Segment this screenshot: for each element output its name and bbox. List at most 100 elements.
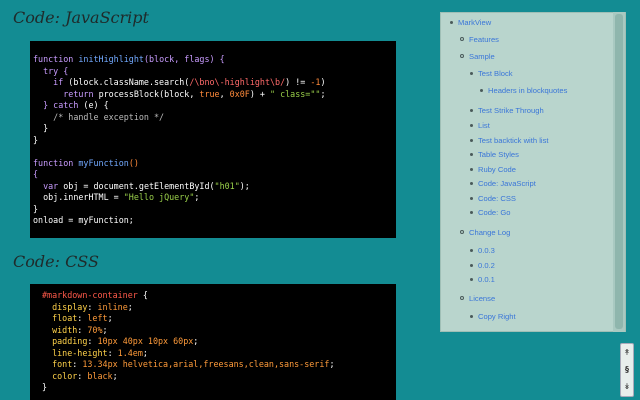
code-token: color [42,370,78,381]
bullet-icon [470,123,473,127]
bullet-icon [450,20,453,24]
code-line: padding: 10px 40px 10px 60px; [42,336,392,348]
code-token: : [107,347,118,358]
toc-scrollbar-thumb[interactable] [615,14,623,329]
toc-link[interactable]: Test backtick with list [470,136,548,145]
code-token: { [142,290,148,300]
code-token: { [33,169,39,179]
floating-nav: ↟ § ↡ [620,343,634,397]
toc-link-label: Copy Right [478,312,516,321]
code-token: ; [329,359,335,369]
code-token: true [199,88,220,99]
bullet-icon [470,181,473,185]
code-token: 1.4em [117,347,143,358]
code-token: width [42,324,78,335]
toc-link[interactable]: License [460,294,495,303]
toc-link[interactable]: 0.0.2 [470,261,495,270]
toc-link[interactable]: Test Block [470,69,513,78]
code-token: function [33,157,79,168]
table-of-contents: MarkView Features Sample Test Block Headers … [440,12,626,332]
toc-link[interactable]: Sample [460,52,495,61]
code-token: 0x0F [229,88,250,99]
code-line: line-height: 1.4em; [42,348,392,360]
code-token: : [77,324,88,335]
code-line: var obj = document.getElementById("h01")… [33,181,392,193]
code-token: myFunction [78,157,129,168]
toc-link-label: Table Styles [478,150,519,159]
code-line: color: black; [42,371,392,383]
toc-link-label: Features [469,35,499,44]
toc-link[interactable]: Code: JavaScript [470,179,536,188]
toc-link-label: 0.0.3 [478,246,495,255]
code-token: /\bno\-highlight\b/ [189,77,286,87]
code-line: return processBlock(block, true, 0x0F) +… [33,89,392,101]
code-line: try { [33,66,392,78]
code-token: ) [320,77,326,87]
toc-link[interactable]: 0.0.3 [470,246,495,255]
code-line: } catch (e) { [33,100,392,112]
code-token: (block.className.search( [68,77,190,87]
toc-link[interactable]: Change Log [460,228,510,237]
code-token: initHighlight [78,54,144,64]
code-token: line-height [42,347,108,358]
toc-link[interactable]: MarkView [450,18,491,27]
bullet-icon [460,54,464,58]
toggle-toc-button[interactable]: § [621,361,633,378]
toc-link[interactable]: Test Strike Through [470,106,544,115]
code-line: function myFunction() [33,158,392,170]
toc-link-label: 0.0.1 [478,275,495,284]
code-token: : [87,336,98,346]
heading-code-css: Code: CSS [13,252,99,271]
bullet-icon [470,277,473,281]
code-line: obj.innerHTML = "Hello jQuery"; [33,192,392,204]
code-token: } [33,123,49,133]
code-token: ; [320,88,326,99]
code-token: ; [112,370,118,381]
code-token: ) + [249,88,271,99]
toc-link[interactable]: List [470,121,490,130]
code-token: 10px 40px 10px 60px [97,336,194,346]
toc-link-label: Headers in blockquotes [488,86,568,95]
code-line: function initHighlight(block, flags) { [33,54,392,66]
toc-link[interactable]: Headers in blockquotes [480,86,567,95]
code-token: ; [127,301,133,312]
code-token: #markdown-container [42,290,143,300]
scroll-bottom-button[interactable]: ↡ [621,378,633,395]
code-token: try { [33,65,69,76]
code-token: (block, flags) { [143,54,225,64]
code-line: onload = myFunction; [33,215,392,227]
bullet-icon [470,167,473,171]
toc-link[interactable]: Ruby Code [470,165,516,174]
code-token: } [42,382,48,392]
bullet-icon [460,296,464,300]
toc-link[interactable]: Features [460,35,499,44]
code-line: } [42,382,392,394]
toc-link[interactable]: Table Styles [470,150,519,159]
code-line: } [33,123,392,135]
bullet-icon [470,196,473,200]
bullet-icon [470,210,473,214]
code-token: obj.innerHTML = [33,192,124,202]
scroll-top-button[interactable]: ↟ [621,344,633,361]
code-token: ; [142,347,148,358]
toc-link-label: Ruby Code [478,165,516,174]
code-line: /* handle exception */ [33,112,392,124]
bullet-icon [460,37,464,41]
toc-link[interactable]: Code: Go [470,208,511,217]
bullet-icon [470,71,473,75]
code-token: } [33,203,39,214]
toc-scrollbar[interactable] [613,12,625,332]
toc-link-label: Change Log [469,228,511,237]
code-token: inline [97,301,128,312]
code-token: onload = myFunction; [33,215,134,225]
toc-link-label: MarkView [458,18,492,27]
code-token: " class="" [270,88,321,99]
bullet-icon [470,108,473,112]
code-token: } [33,134,39,145]
toc-link[interactable]: 0.0.1 [470,275,495,284]
toc-link[interactable]: Code: CSS [470,194,516,203]
toc-link[interactable]: Copy Right [470,312,516,321]
code-token: black [87,370,113,381]
code-token: ; [193,336,199,346]
